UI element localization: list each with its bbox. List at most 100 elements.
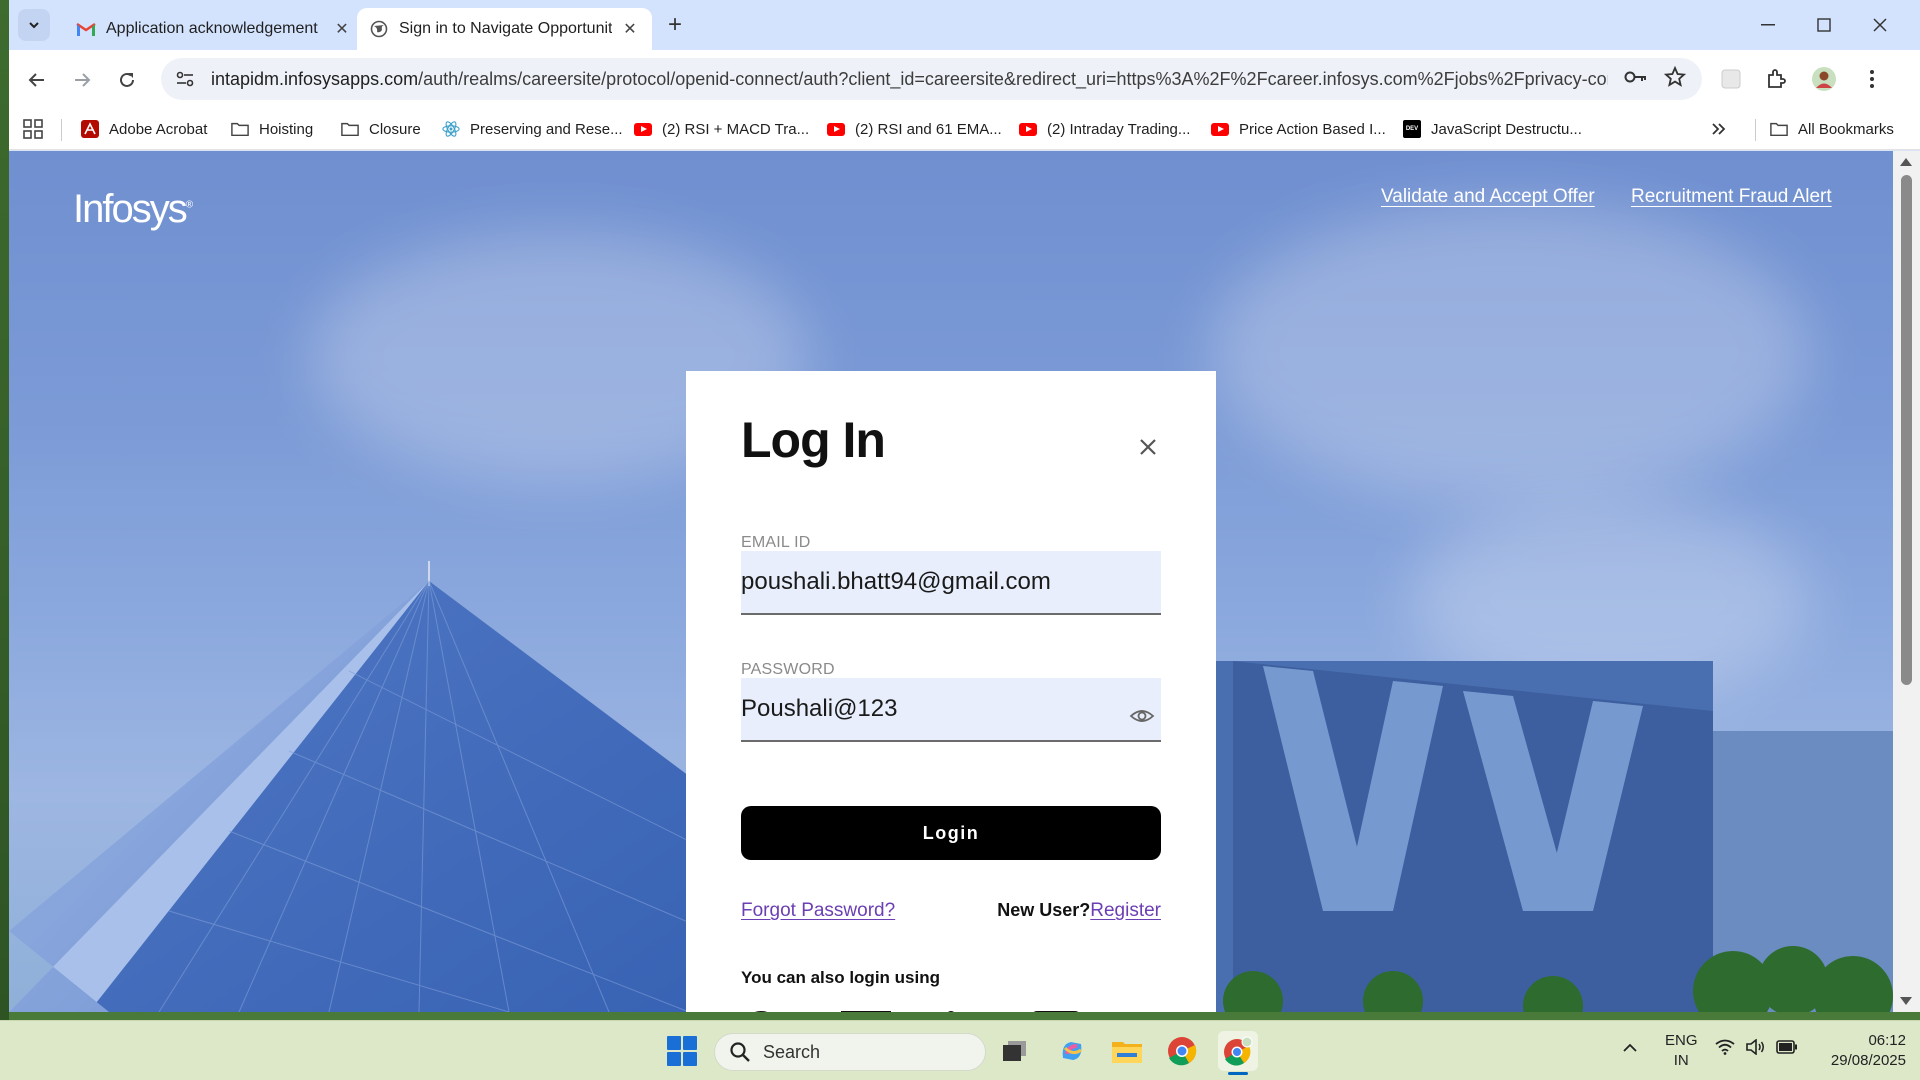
tab-search-button[interactable] <box>18 9 50 41</box>
wifi-icon[interactable] <box>1715 1039 1735 1061</box>
bookmark-intraday[interactable]: (2) Intraday Trading... <box>1019 116 1190 142</box>
active-app-indicator <box>1228 1072 1248 1075</box>
browser-window: Application acknowledgement ✕ Sign in to… <box>9 0 1920 1012</box>
url-path: /auth/realms/careersite/protocol/openid-… <box>418 68 1608 89</box>
login-button[interactable]: Login <box>741 806 1161 860</box>
social-login-icon[interactable] <box>1031 1011 1081 1012</box>
fraud-alert-link[interactable]: Recruitment Fraud Alert <box>1631 186 1832 208</box>
linkedin-login-icon[interactable] <box>946 1011 956 1012</box>
all-bookmarks-button[interactable]: All Bookmarks <box>1770 116 1894 142</box>
glass-office-building <box>1193 661 1893 1012</box>
star-icon[interactable] <box>1663 65 1687 93</box>
chrome-profile-icon[interactable] <box>1218 1031 1258 1071</box>
chrome-icon[interactable] <box>1162 1031 1202 1071</box>
extensions-puzzle-icon[interactable] <box>1762 65 1790 93</box>
language-code: ENG <box>1665 1032 1698 1049</box>
password-field[interactable]: Poushali@123 <box>741 678 1161 742</box>
folder-icon <box>231 120 249 138</box>
bookmark-adobe-acrobat[interactable]: Adobe Acrobat <box>81 116 207 142</box>
email-field[interactable]: poushali.bhatt94@gmail.com <box>741 551 1161 615</box>
bookmark-rsi-ema[interactable]: (2) RSI and 61 EMA... <box>827 116 1002 142</box>
bookmark-hoisting[interactable]: Hoisting <box>231 116 313 142</box>
bookmarks-divider <box>1755 119 1756 141</box>
new-tab-button[interactable]: + <box>661 11 689 39</box>
google-login-icon[interactable] <box>741 1011 781 1012</box>
address-bar[interactable]: intapidm.infosysapps.com/auth/realms/car… <box>161 58 1702 100</box>
arrow-right-icon <box>75 73 91 87</box>
validate-offer-link[interactable]: Validate and Accept Offer <box>1381 186 1595 208</box>
password-value: Poushali@123 <box>741 695 898 722</box>
clock-date: 29/08/2025 <box>1830 1052 1906 1069</box>
gmail-icon <box>76 19 96 39</box>
close-tab-icon[interactable]: ✕ <box>620 19 640 39</box>
react-icon <box>442 120 460 138</box>
web-page: Infosys® Validate and Accept Offer Recru… <box>9 151 1893 1012</box>
taskbar-search[interactable]: Search <box>714 1033 986 1071</box>
bookmark-label: (2) Intraday Trading... <box>1047 120 1191 138</box>
bookmark-label: (2) RSI and 61 EMA... <box>855 120 1002 138</box>
youtube-icon <box>827 120 845 138</box>
eye-icon[interactable] <box>1129 703 1155 729</box>
arrow-left-icon <box>28 73 44 87</box>
extension-icon[interactable] <box>1717 65 1745 93</box>
tab-strip: Application acknowledgement ✕ Sign in to… <box>9 0 1920 50</box>
browser-toolbar: intapidm.infosysapps.com/auth/realms/car… <box>9 50 1920 108</box>
clock[interactable]: 06:12 29/08/2025 <box>1816 1031 1906 1071</box>
bookmark-rsi-macd[interactable]: (2) RSI + MACD Tra... <box>634 116 809 142</box>
volume-icon[interactable] <box>1746 1038 1766 1061</box>
scroll-thumb[interactable] <box>1901 175 1912 685</box>
scroll-up-icon[interactable] <box>1900 158 1912 166</box>
bookmarks-divider <box>61 119 62 141</box>
profile-avatar[interactable] <box>1810 65 1838 93</box>
language-indicator[interactable]: ENG IN <box>1665 1031 1698 1071</box>
show-hidden-icons[interactable] <box>1622 1039 1638 1059</box>
minimize-button[interactable] <box>1745 8 1791 42</box>
maximize-button[interactable] <box>1801 8 1847 42</box>
alternate-login-text: You can also login using <box>741 968 940 987</box>
file-explorer-icon[interactable] <box>1107 1031 1147 1071</box>
social-login-icon[interactable] <box>841 1011 891 1012</box>
reload-icon <box>120 72 134 87</box>
bookmark-javascript[interactable]: DEV JavaScript Destructu... <box>1403 116 1582 142</box>
windows-start-icon[interactable] <box>667 1036 697 1066</box>
reload-button[interactable] <box>111 64 143 96</box>
bookmark-label: Hoisting <box>259 120 314 138</box>
key-icon[interactable] <box>1624 69 1648 90</box>
apps-grid-icon[interactable] <box>23 116 43 142</box>
clock-time: 06:12 <box>1868 1032 1906 1049</box>
close-window-button[interactable] <box>1857 8 1903 42</box>
back-button[interactable] <box>21 64 53 96</box>
globe-icon <box>369 19 389 39</box>
bookmark-preserving[interactable]: Preserving and Rese... <box>442 116 623 142</box>
windows-taskbar: Search ENG IN 06:12 29/08/2025 <box>0 1020 1920 1080</box>
task-view-icon[interactable] <box>995 1031 1035 1071</box>
all-bookmarks-label: All Bookmarks <box>1798 120 1894 138</box>
forgot-password-link[interactable]: Forgot Password? <box>741 900 895 922</box>
chevron-down-icon <box>29 22 39 29</box>
register-link[interactable]: Register <box>1090 900 1161 921</box>
more-menu-icon[interactable] <box>1858 65 1886 93</box>
email-label: EMAIL ID <box>741 534 811 551</box>
chevron-up-icon <box>1623 1043 1637 1052</box>
password-label: PASSWORD <box>741 661 835 678</box>
copilot-icon[interactable] <box>1052 1031 1092 1071</box>
folder-icon <box>341 120 359 138</box>
forward-button[interactable] <box>66 64 98 96</box>
scroll-down-icon[interactable] <box>1900 997 1912 1005</box>
close-icon[interactable] <box>1138 437 1158 457</box>
bookmark-price-action[interactable]: Price Action Based I... <box>1211 116 1386 142</box>
close-tab-icon[interactable]: ✕ <box>332 19 352 39</box>
bookmark-label: Price Action Based I... <box>1239 120 1386 138</box>
tab-title: Sign in to Navigate Opportuniti <box>399 20 612 37</box>
region-code: IN <box>1673 1052 1689 1069</box>
minimize-icon <box>1761 24 1775 26</box>
battery-icon[interactable] <box>1776 1040 1798 1060</box>
more-bookmarks-chevron-icon[interactable] <box>1711 116 1727 142</box>
tab-application-acknowledgement[interactable]: Application acknowledgement ✕ <box>64 8 364 50</box>
infosys-logo[interactable]: Infosys® <box>73 187 193 232</box>
tab-sign-in[interactable]: Sign in to Navigate Opportuniti ✕ <box>357 8 652 50</box>
url-text: intapidm.infosysapps.com/auth/realms/car… <box>211 69 1608 90</box>
page-scrollbar[interactable] <box>1893 151 1920 1012</box>
bookmark-closure[interactable]: Closure <box>341 116 421 142</box>
site-info-icon[interactable] <box>167 61 203 97</box>
